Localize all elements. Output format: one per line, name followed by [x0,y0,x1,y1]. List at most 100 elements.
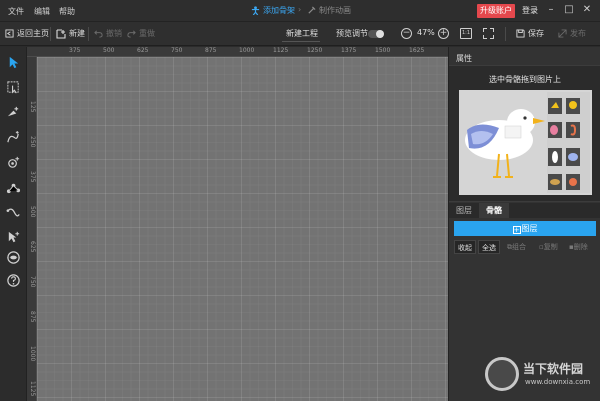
watermark: 当下软件园 www.downxia.com [483,355,600,399]
step-make-animation-label: 制作动画 [319,6,351,15]
preview-adjust-toggle[interactable] [368,30,384,38]
redo-button[interactable]: 重做 [127,28,155,39]
zoom-level: 47% [417,28,435,37]
frame-select-icon[interactable] [6,80,21,95]
ruler-tick-label: 375 [29,171,36,183]
group-label: 组合 [512,243,526,251]
watermark-url: www.downxia.com [525,378,591,386]
delete-button[interactable]: ▪删除 [566,240,591,254]
select-arrow-icon[interactable] [6,55,21,70]
panel-tabs: 图层 骨骼 [449,203,600,218]
minimize-icon[interactable]: – [544,3,558,17]
watermark-title: 当下软件园 [523,362,584,376]
new-label: 新建 [69,29,85,38]
save-label: 保存 [528,29,544,38]
project-title-underline [282,41,320,42]
step-add-skeleton[interactable]: 添加骨架 [251,5,295,16]
properties-area: 选中骨骼拖到图片上 [449,65,600,202]
help-icon[interactable] [6,273,21,288]
copy-button[interactable]: ▫复制 [536,240,561,254]
copy-label: 复制 [543,243,558,251]
save-button[interactable]: 保存 [516,28,544,39]
menu-bar: 文件 编辑 帮助 添加骨架 › 制作动画 升级账户 登录 – □ ✕ [0,0,600,22]
menu-file[interactable]: 文件 [8,6,24,17]
ruler-tick-label: 875 [29,311,36,323]
new-file-icon [56,28,66,39]
vertical-ruler: 125 250 375 500 625 750 875 1000 1125 [27,57,37,401]
undo-label: 撤销 [106,29,122,38]
collapse-button[interactable]: 收起 [454,240,476,254]
add-layer-label: 图层 [521,224,538,233]
properties-hint: 选中骨骼拖到图片上 [489,75,561,84]
curve-bone-icon[interactable] [6,130,21,145]
zoom-out-button[interactable]: − [401,28,412,39]
zoom-in-button[interactable]: + [438,28,449,39]
toolbar-divider [505,27,506,41]
ruler-tick-label: 1000 [29,346,36,362]
watermark-logo [485,357,519,391]
preview-adjust-label: 预览调节 [336,29,368,38]
menu-help[interactable]: 帮助 [59,6,75,17]
step-make-animation[interactable]: 制作动画 [307,5,351,16]
fullscreen-icon[interactable] [483,28,494,39]
toggle-knob [376,30,384,38]
login-link[interactable]: 登录 [522,5,538,16]
undo-button[interactable]: 撤销 [94,28,122,39]
project-title: 新建工程 [286,29,318,38]
add-bone-icon[interactable] [6,105,21,120]
ruler-tick-label: 1125 [273,47,289,54]
maximize-icon[interactable]: □ [562,3,576,17]
menu-edit[interactable]: 编辑 [34,6,50,17]
publish-button[interactable]: 发布 [558,28,586,39]
ruler-tick-label: 625 [29,241,36,253]
animation-icon [308,6,316,14]
skeleton-icon [251,6,260,15]
ruler-tick-label: 1250 [307,47,323,54]
ruler-tick-label: 250 [29,136,36,148]
path-icon[interactable] [6,205,21,220]
back-home-label: 返回主页 [17,29,49,38]
horizontal-ruler: 375 500 625 750 875 1000 1125 1250 1375 1500 1625 [27,47,448,57]
group-button[interactable]: ⧉组合 [504,240,529,254]
chevron-right-icon: › [298,5,302,14]
canvas[interactable] [37,57,448,401]
ruler-tick-label: 1125 [29,381,36,397]
bone-chain-icon[interactable] [6,180,21,195]
redo-icon [127,30,136,38]
ruler-tick-label: 1625 [409,47,425,54]
tab-bones[interactable]: 骨骼 [479,203,509,218]
back-icon [5,29,14,38]
add-layer-button[interactable]: + 图层 [454,221,596,236]
ruler-tick-label: 750 [171,47,183,54]
ruler-tick-label: 750 [29,276,36,288]
ruler-tick-label: 500 [103,47,115,54]
toolbar-divider [50,27,51,41]
tab-layers[interactable]: 图层 [449,203,479,218]
actual-size-button[interactable]: 1:1 [460,28,472,39]
ruler-tick-label: 875 [205,47,217,54]
new-button[interactable]: 新建 [56,28,85,39]
redo-label: 重做 [139,29,155,38]
ruler-tick-label: 1375 [341,47,357,54]
toolbar: 返回主页 新建 撤销 重做 新建工程 预览调节 − 47% + 1:1 保存 发… [0,22,600,46]
delete-label: 删除 [573,243,588,251]
eye-icon[interactable] [6,250,21,265]
select-all-button[interactable]: 全选 [478,240,500,254]
ruler-tick-label: 125 [29,101,36,113]
pointer-plus-icon[interactable] [6,230,21,245]
ruler-tick-label: 375 [69,47,81,54]
close-icon[interactable]: ✕ [580,3,594,17]
properties-title: 属性 [456,54,472,63]
ruler-tick-label: 1500 [375,47,391,54]
back-home-button[interactable]: 返回主页 [5,28,49,39]
upgrade-account-button[interactable]: 升级账户 [477,4,515,18]
right-panel: 属性 选中骨骼拖到图片上 图层 骨骼 + 图层 收起 全选 ⧉组合 ▫复制 ▪删… [448,47,600,401]
toolbar-divider [88,27,89,41]
undo-icon [94,30,103,38]
save-icon [516,29,525,38]
publish-icon [558,29,567,38]
ruler-tick-label: 1000 [239,47,255,54]
add-joint-icon[interactable] [6,155,21,170]
publish-label: 发布 [570,29,586,38]
ruler-tick-label: 625 [137,47,149,54]
